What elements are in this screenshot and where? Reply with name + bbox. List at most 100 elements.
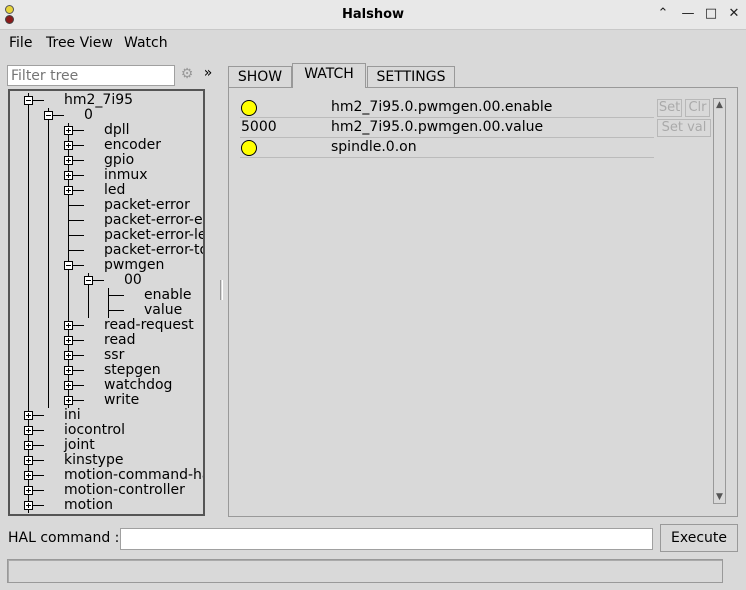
led-indicator-icon: [241, 100, 257, 116]
watch-set-button[interactable]: Set: [657, 99, 682, 117]
tree-branch-line: [108, 295, 124, 296]
tree-item-label: motion: [64, 497, 114, 513]
tree-guide-line: [48, 123, 49, 138]
menu-watch[interactable]: Watch: [124, 35, 168, 51]
tree-item-label: value: [144, 302, 183, 318]
pane-divider[interactable]: [220, 280, 223, 300]
tree-item[interactable]: watchdog: [10, 378, 203, 393]
expand-plus-icon[interactable]: [24, 471, 33, 480]
tree-item[interactable]: 00: [10, 273, 203, 288]
execute-button[interactable]: Execute: [660, 524, 738, 552]
hal-command-input[interactable]: [120, 528, 653, 550]
tree-item-label: encoder: [104, 137, 162, 153]
tree-item[interactable]: motion: [10, 497, 203, 513]
tree-item[interactable]: pwmgen: [10, 258, 203, 273]
minimize-icon[interactable]: —: [680, 6, 696, 22]
watch-scrollbar[interactable]: ▲ ▼: [713, 98, 726, 504]
tree-guide-line: [28, 138, 29, 153]
tree-guide-line: [48, 198, 49, 213]
chevron-up-icon[interactable]: ⌃: [655, 6, 671, 22]
expand-plus-icon[interactable]: [64, 381, 73, 390]
expand-plus-icon[interactable]: [24, 456, 33, 465]
tree-item[interactable]: packet-error-exceeded: [10, 213, 203, 228]
tree-item[interactable]: joint: [10, 437, 203, 453]
tab-watch[interactable]: WATCH: [292, 63, 366, 88]
collapse-minus-icon[interactable]: [24, 96, 33, 105]
tree-item[interactable]: packet-error-total: [10, 243, 203, 258]
menu-tree-view[interactable]: Tree View: [46, 35, 113, 51]
menu-bar: File Tree View Watch: [0, 31, 746, 57]
collapse-minus-icon[interactable]: [44, 111, 53, 120]
expand-plus-icon[interactable]: [24, 486, 33, 495]
tree-guide-line: [28, 153, 29, 168]
close-icon[interactable]: ✕: [726, 6, 742, 22]
tree-item[interactable]: enable: [10, 288, 203, 303]
tree-guide-line: [28, 258, 29, 273]
tree-guide-line: [48, 168, 49, 183]
tree-item[interactable]: read-request: [10, 318, 203, 333]
tree-item-label: joint: [64, 437, 95, 453]
expand-plus-icon[interactable]: [64, 141, 73, 150]
tree-item[interactable]: iocontrol: [10, 423, 203, 438]
collapse-minus-icon[interactable]: [84, 276, 93, 285]
filter-tree-input[interactable]: [7, 65, 175, 86]
tree-item[interactable]: stepgen: [10, 362, 203, 378]
tree-item[interactable]: ssr: [10, 347, 203, 363]
tree-item-label: packet-error-level: [104, 227, 203, 243]
expand-plus-icon[interactable]: [64, 351, 73, 360]
tree-item[interactable]: ini: [10, 408, 203, 423]
gear-icon[interactable]: ⚙: [178, 66, 196, 84]
expand-plus-icon[interactable]: [64, 336, 73, 345]
hal-command-label: HAL command :: [8, 530, 120, 546]
tree-guide-line: [28, 288, 29, 303]
hal-tree[interactable]: hm2_7i95 0 dpll encoder gpio inmux led packet-e…: [8, 89, 205, 516]
tree-item[interactable]: kinstype: [10, 453, 203, 468]
tree-item-label: led: [104, 182, 126, 198]
tree-guide-line: [48, 228, 49, 243]
tree-item[interactable]: 0: [10, 108, 203, 123]
tree-item[interactable]: hm2_7i95: [10, 93, 203, 108]
tree-item[interactable]: dpll: [10, 123, 203, 138]
tree-item[interactable]: packet-error-level: [10, 227, 203, 243]
expand-plus-icon[interactable]: [24, 441, 33, 450]
expand-plus-icon[interactable]: [24, 411, 33, 420]
tree-item[interactable]: read: [10, 333, 203, 348]
tab-settings[interactable]: SETTINGS: [367, 66, 455, 87]
tree-item[interactable]: encoder: [10, 137, 203, 153]
expand-plus-icon[interactable]: [64, 126, 73, 135]
expand-plus-icon[interactable]: [64, 396, 73, 405]
watch-clr-button[interactable]: Clr: [685, 99, 710, 117]
tree-guide-line: [48, 213, 49, 228]
expand-plus-icon[interactable]: [24, 501, 33, 510]
tree-item-label: ssr: [104, 347, 125, 363]
collapse-minus-icon[interactable]: [64, 261, 73, 270]
maximize-icon[interactable]: □: [703, 6, 719, 22]
tree-item[interactable]: write: [10, 393, 203, 408]
tree-guide-line: [48, 153, 49, 168]
scroll-down-icon[interactable]: ▼: [714, 492, 725, 502]
tree-item[interactable]: motion-command-handler: [10, 468, 203, 483]
expand-pane-icon[interactable]: »: [201, 65, 215, 85]
tree-item[interactable]: value: [10, 302, 203, 318]
tree-item[interactable]: led: [10, 182, 203, 198]
tree-guide-line: [88, 303, 89, 318]
tree-item[interactable]: gpio: [10, 153, 203, 168]
tree-item-label: packet-error: [104, 197, 190, 213]
expand-plus-icon[interactable]: [64, 321, 73, 330]
expand-plus-icon[interactable]: [64, 156, 73, 165]
expand-plus-icon[interactable]: [24, 426, 33, 435]
tree-item[interactable]: inmux: [10, 167, 203, 183]
tree-guide-line: [68, 288, 69, 303]
tree-item[interactable]: motion-controller: [10, 483, 203, 498]
expand-plus-icon[interactable]: [64, 171, 73, 180]
scroll-up-icon[interactable]: ▲: [714, 100, 725, 110]
expand-plus-icon[interactable]: [64, 366, 73, 375]
tab-show[interactable]: SHOW: [228, 66, 292, 87]
tree-item-label: stepgen: [104, 362, 161, 378]
menu-file[interactable]: File: [9, 35, 32, 51]
expand-plus-icon[interactable]: [64, 186, 73, 195]
watch-set-val-button[interactable]: Set val: [657, 119, 711, 137]
tree-guide-line: [48, 288, 49, 303]
tree-item-label: inmux: [104, 167, 148, 183]
tree-item[interactable]: packet-error: [10, 197, 203, 213]
